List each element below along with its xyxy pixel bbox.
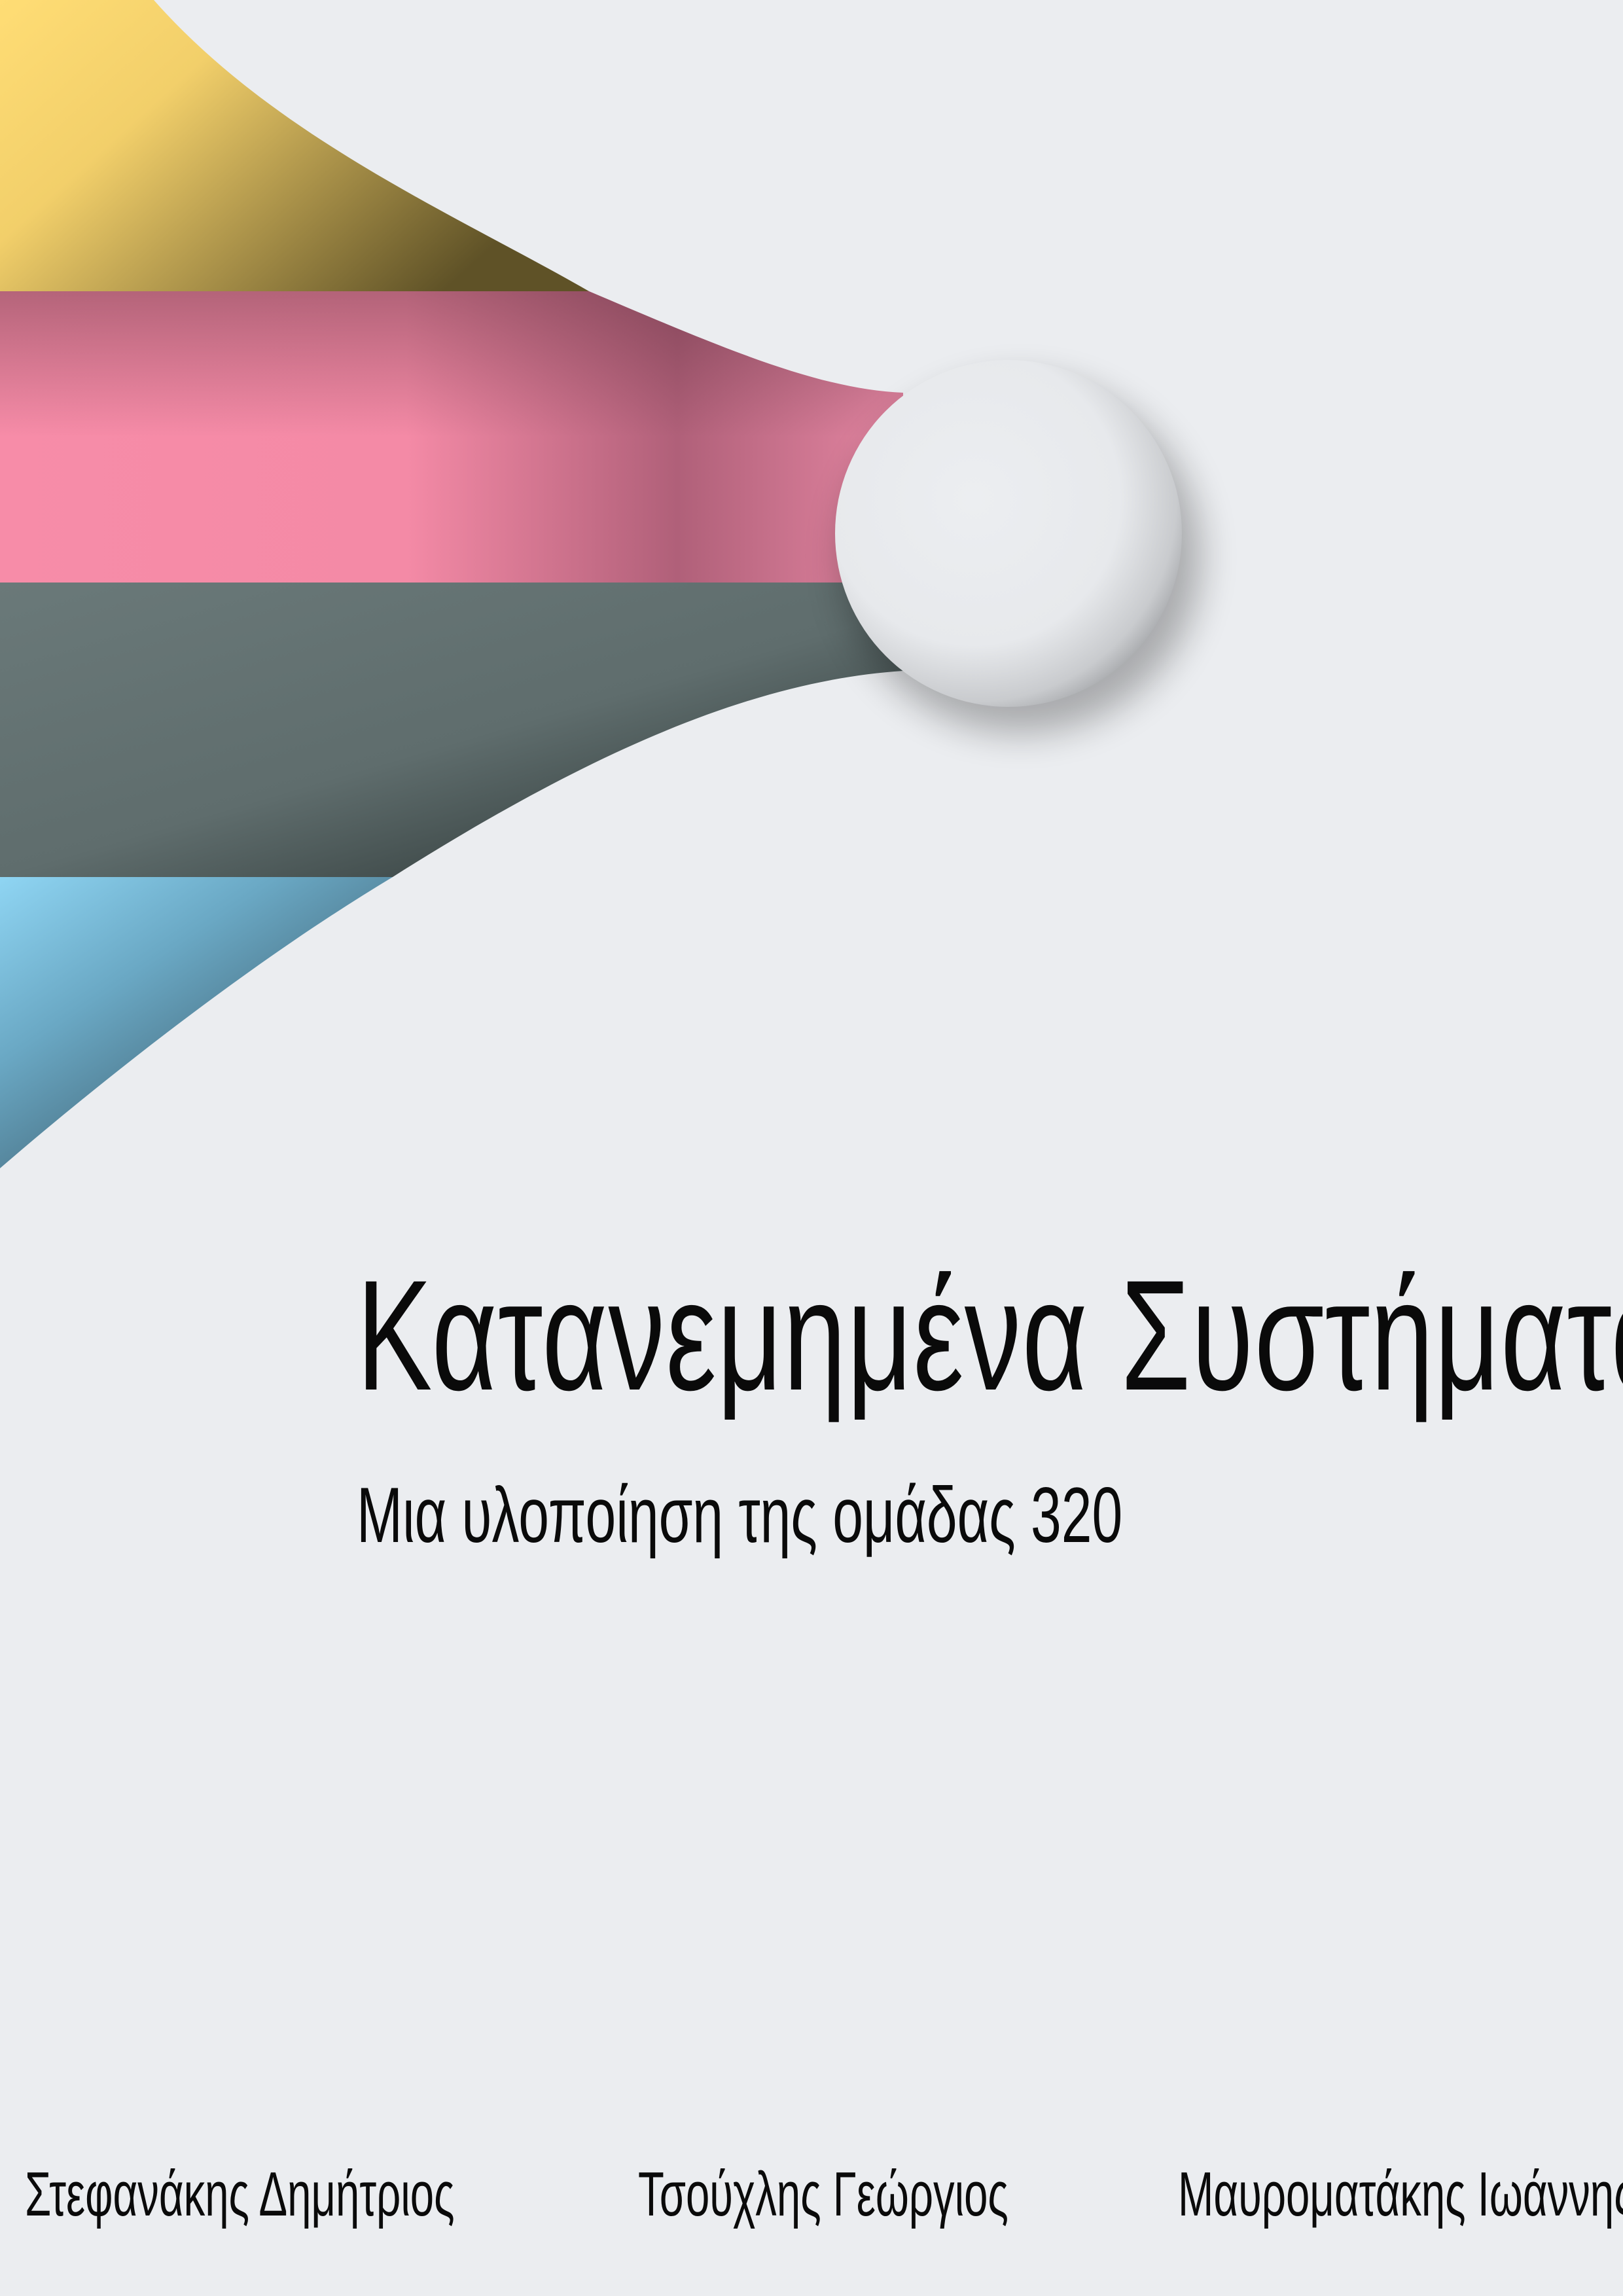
author-name: Στεφανάκης Δημήτριος [25, 2159, 455, 2229]
author-name: Μαυροματάκης Ιωάννης [1178, 2159, 1623, 2229]
cover-illustration [0, 0, 1201, 1168]
sphere [835, 360, 1182, 707]
yellow-band [0, 0, 589, 291]
document-subtitle: Μια υλοποίηση της ομάδας 320 [357, 1471, 1123, 1559]
blue-band [0, 877, 393, 1168]
cover-page: Κατανεμημένα Συστήματα Μια υλοποίηση της… [0, 0, 1623, 2296]
document-title: Κατανεμημένα Συστήματα [357, 1247, 1623, 1423]
gray-band [0, 583, 903, 877]
author-name: Τσούχλης Γεώργιος [638, 2159, 1008, 2229]
